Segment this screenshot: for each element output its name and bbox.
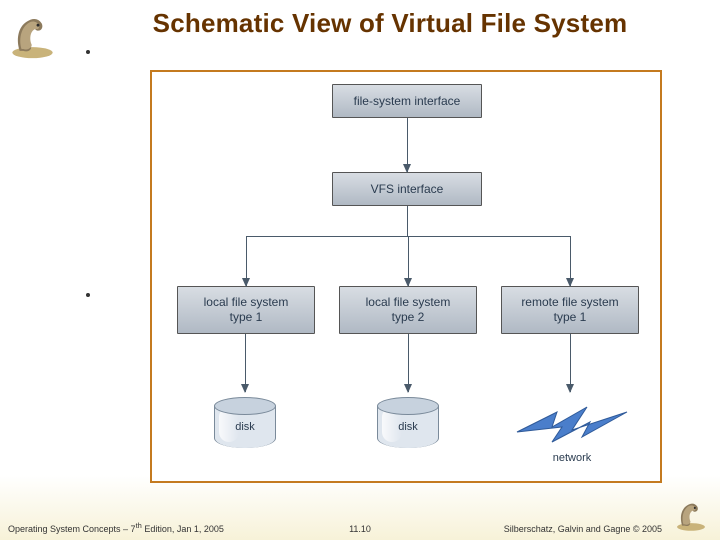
connector: [407, 118, 408, 172]
footer-page-number: 11.10: [349, 524, 371, 534]
connector: [245, 334, 246, 392]
disk-label: disk: [214, 421, 276, 433]
box-file-system-interface: file-system interface: [332, 84, 482, 118]
dinosaur-logo-icon: [5, 5, 60, 60]
footer-text: Operating System Concepts – 7: [8, 524, 136, 534]
bullet-dot: [86, 293, 90, 297]
dinosaur-logo-small-icon: [668, 494, 714, 532]
connector: [570, 334, 571, 392]
box-label: remote file system type 1: [521, 295, 618, 325]
box-remote-fs-1: remote file system type 1: [501, 286, 639, 334]
footer-left: Operating System Concepts – 7th Edition,…: [8, 521, 224, 534]
network-label: network: [512, 452, 632, 464]
disk-1-icon: disk: [214, 397, 276, 448]
connector: [408, 334, 409, 392]
box-label: VFS interface: [371, 182, 444, 197]
connector: [407, 206, 408, 236]
connector: [408, 236, 409, 286]
box-vfs-interface: VFS interface: [332, 172, 482, 206]
box-label: local file system type 2: [366, 295, 451, 325]
slide-title: Schematic View of Virtual File System: [80, 8, 700, 39]
bullet-dot: [86, 50, 90, 54]
network-icon: [512, 392, 632, 452]
box-label: file-system interface: [354, 94, 461, 109]
connector: [570, 236, 571, 286]
footer: Operating System Concepts – 7th Edition,…: [0, 516, 720, 534]
footer-text: Edition, Jan 1, 2005: [142, 524, 224, 534]
diagram-frame: file-system interface VFS interface loca…: [150, 70, 662, 483]
connector: [246, 236, 247, 286]
footer-right: Silberschatz, Galvin and Gagne © 2005: [504, 524, 662, 534]
box-label: local file system type 1: [204, 295, 289, 325]
slide: Schematic View of Virtual File System fi…: [0, 0, 720, 540]
box-local-fs-2: local file system type 2: [339, 286, 477, 334]
disk-label: disk: [377, 421, 439, 433]
disk-2-icon: disk: [377, 397, 439, 448]
box-local-fs-1: local file system type 1: [177, 286, 315, 334]
